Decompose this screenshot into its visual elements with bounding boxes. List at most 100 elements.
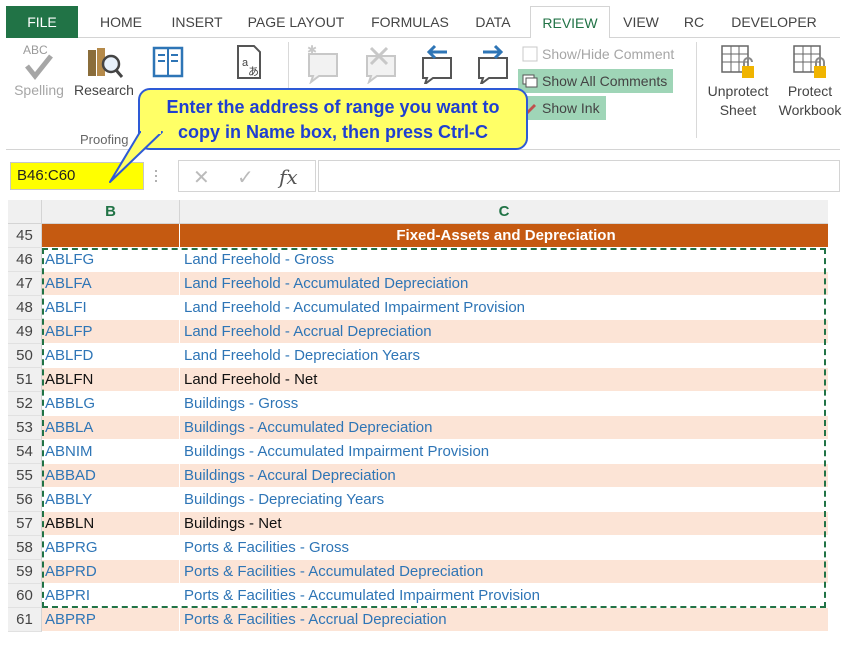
column-header-c[interactable]: C bbox=[180, 200, 828, 224]
formula-input[interactable] bbox=[318, 160, 840, 192]
cell-code[interactable]: ABLFG bbox=[42, 248, 180, 272]
insert-function-icon[interactable]: fx bbox=[279, 165, 298, 189]
cell-code[interactable]: ABBLY bbox=[42, 488, 180, 512]
previous-comment-button[interactable] bbox=[414, 44, 460, 87]
translate-button[interactable]: a あ bbox=[222, 42, 274, 92]
row-number[interactable]: 57 bbox=[8, 512, 42, 536]
enter-icon[interactable]: ✓ bbox=[237, 165, 254, 190]
cell-description[interactable]: Land Freehold - Depreciation Years bbox=[180, 344, 828, 368]
cell-code[interactable]: ABLFP bbox=[42, 320, 180, 344]
row-number[interactable]: 45 bbox=[8, 224, 42, 248]
show-hide-comment-button[interactable]: Show/Hide Comment bbox=[518, 42, 680, 66]
cell-description[interactable]: Land Freehold - Accumulated Depreciation bbox=[180, 272, 828, 296]
row-number[interactable]: 46 bbox=[8, 248, 42, 272]
table-row: 51 ABLFN Land Freehold - Net bbox=[8, 368, 828, 392]
cell-description[interactable]: Buildings - Depreciating Years bbox=[180, 488, 828, 512]
show-all-comments-button[interactable]: Show All Comments bbox=[518, 69, 674, 93]
protect-workbook-button[interactable]: Protect Workbook bbox=[770, 42, 850, 132]
callout-line-1: Enter the address of range you want to bbox=[166, 97, 500, 117]
tab-rc[interactable]: RC bbox=[676, 6, 712, 38]
show-hide-comment-icon bbox=[522, 46, 538, 62]
cell-description[interactable]: Land Freehold - Gross bbox=[180, 248, 828, 272]
unprotect-sheet-icon bbox=[721, 45, 754, 78]
column-header-b[interactable]: B bbox=[42, 200, 180, 224]
cell-code[interactable]: ABPRD bbox=[42, 560, 180, 584]
row-number[interactable]: 51 bbox=[8, 368, 42, 392]
row-number[interactable]: 59 bbox=[8, 560, 42, 584]
select-all-corner[interactable] bbox=[8, 200, 42, 224]
cell-code[interactable]: ABBLN bbox=[42, 512, 180, 536]
cell-description[interactable]: Ports & Facilities - Accumulated Impairm… bbox=[180, 584, 828, 608]
tab-file[interactable]: FILE bbox=[6, 6, 78, 38]
tab-review[interactable]: REVIEW bbox=[530, 6, 610, 39]
cell-code[interactable]: ABBLA bbox=[42, 416, 180, 440]
protect-workbook-icon bbox=[793, 45, 826, 78]
cell-description[interactable]: Buildings - Gross bbox=[180, 392, 828, 416]
delete-comment-button[interactable] bbox=[358, 44, 404, 85]
cell-code[interactable]: ABPRG bbox=[42, 536, 180, 560]
svg-text:✱: ✱ bbox=[307, 44, 317, 57]
cell-description[interactable]: Land Freehold - Accrual Depreciation bbox=[180, 320, 828, 344]
table-row: 53 ABBLA Buildings - Accumulated Depreciat… bbox=[8, 416, 828, 440]
cell-description[interactable]: Ports & Facilities - Gross bbox=[180, 536, 828, 560]
cell-code[interactable]: ABLFI bbox=[42, 296, 180, 320]
cell-description[interactable]: Buildings - Accumulated Impairment Provi… bbox=[180, 440, 828, 464]
table-row: 49 ABLFP Land Freehold - Accrual Depreciat… bbox=[8, 320, 828, 344]
research-button[interactable]: Research bbox=[72, 42, 136, 106]
cell-code[interactable]: ABBAD bbox=[42, 464, 180, 488]
unprotect-sheet-button[interactable]: Unprotect Sheet bbox=[700, 42, 776, 132]
cell-description[interactable]: Land Freehold - Accumulated Impairment P… bbox=[180, 296, 828, 320]
row-number[interactable]: 53 bbox=[8, 416, 42, 440]
svg-text:あ: あ bbox=[248, 65, 259, 78]
row-number[interactable]: 50 bbox=[8, 344, 42, 368]
cell-code[interactable]: ABPRI bbox=[42, 584, 180, 608]
new-comment-icon: ✱ bbox=[307, 43, 338, 85]
cell-description[interactable]: Land Freehold - Net bbox=[180, 368, 828, 392]
cell-description[interactable]: Buildings - Net bbox=[180, 512, 828, 536]
next-comment-button[interactable] bbox=[470, 44, 516, 87]
tab-formulas[interactable]: FORMULAS bbox=[358, 6, 462, 38]
row-number[interactable]: 61 bbox=[8, 608, 42, 632]
row-number[interactable]: 56 bbox=[8, 488, 42, 512]
row-number[interactable]: 52 bbox=[8, 392, 42, 416]
row-number[interactable]: 60 bbox=[8, 584, 42, 608]
table-row: 55 ABBAD Buildings - Accural Depreciation bbox=[8, 464, 828, 488]
show-ink-button[interactable]: Show Ink bbox=[518, 96, 606, 120]
show-all-comments-icon bbox=[522, 74, 538, 88]
section-title-cell[interactable]: Fixed-Assets and Depreciation bbox=[180, 224, 828, 248]
cell-code[interactable]: ABNIM bbox=[42, 440, 180, 464]
new-comment-button[interactable]: ✱ bbox=[300, 43, 346, 85]
instruction-callout: Enter the address of range you want to c… bbox=[138, 88, 528, 150]
unprotect-sheet-label-2: Sheet bbox=[719, 102, 757, 118]
cell-code[interactable]: ABLFA bbox=[42, 272, 180, 296]
row-number[interactable]: 47 bbox=[8, 272, 42, 296]
table-row: 61 ABPRP Ports & Facilities - Accrual Depr… bbox=[8, 608, 828, 632]
cell-description[interactable]: Ports & Facilities - Accumulated Depreci… bbox=[180, 560, 828, 584]
row-number[interactable]: 58 bbox=[8, 536, 42, 560]
cancel-icon[interactable]: ✕ bbox=[193, 165, 210, 190]
show-hide-comment-label: Show/Hide Comment bbox=[542, 46, 675, 62]
cell-description[interactable]: Buildings - Accural Depreciation bbox=[180, 464, 828, 488]
cell-code[interactable]: ABPRP bbox=[42, 608, 180, 632]
table-row: 59 ABPRD Ports & Facilities - Accumulated … bbox=[8, 560, 828, 584]
tab-developer[interactable]: DEVELOPER bbox=[722, 6, 826, 38]
tab-data[interactable]: DATA bbox=[466, 6, 520, 38]
cell-code[interactable]: ABLFN bbox=[42, 368, 180, 392]
tab-page-layout[interactable]: PAGE LAYOUT bbox=[238, 6, 354, 38]
cell-description[interactable]: Ports & Facilities - Accrual Depreciatio… bbox=[180, 608, 828, 632]
cell-code[interactable]: ABBLG bbox=[42, 392, 180, 416]
callout-pointer bbox=[109, 130, 163, 183]
tab-home[interactable]: HOME bbox=[86, 6, 156, 38]
spelling-button[interactable]: ABC Spelling bbox=[10, 42, 68, 106]
tab-insert[interactable]: INSERT bbox=[160, 6, 234, 38]
row-number[interactable]: 48 bbox=[8, 296, 42, 320]
cell-description[interactable]: Buildings - Accumulated Depreciation bbox=[180, 416, 828, 440]
thesaurus-button[interactable] bbox=[142, 42, 194, 92]
tab-view[interactable]: VIEW bbox=[616, 6, 666, 38]
cell-code[interactable] bbox=[42, 224, 180, 248]
abc-glyph: ABC bbox=[23, 43, 48, 57]
row-number[interactable]: 55 bbox=[8, 464, 42, 488]
row-number[interactable]: 49 bbox=[8, 320, 42, 344]
row-number[interactable]: 54 bbox=[8, 440, 42, 464]
cell-code[interactable]: ABLFD bbox=[42, 344, 180, 368]
